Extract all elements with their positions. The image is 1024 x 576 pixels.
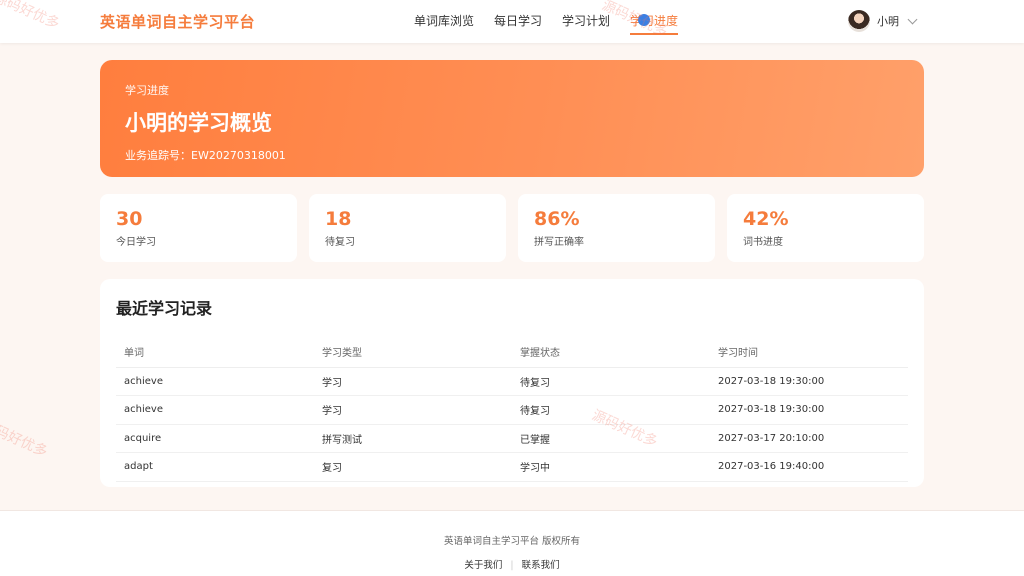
cell-time: 2027-03-16 19:40:00 [710, 452, 908, 482]
table-row: achieve 学习 待复习 2027-03-18 19:30:00 [116, 367, 908, 396]
stat-card-book-progress: 42% 词书进度 [727, 194, 924, 262]
cell-word: adapt [116, 452, 314, 482]
top-navbar: 英语单词自主学习平台 单词库浏览 每日学习 学习计划 学习进度 小明 [0, 0, 1024, 43]
stat-label: 今日学习 [116, 237, 156, 248]
chevron-down-icon[interactable] [907, 14, 918, 24]
footer-link-about[interactable]: 关于我们 [464, 560, 502, 571]
recent-records-card: 最近学习记录 单词 学习类型 掌握状态 学习时间 achieve 学习 待复习 … [100, 279, 924, 487]
column-header-word: 单词 [116, 337, 314, 368]
footer-divider: | [510, 560, 514, 571]
stat-value: 86% [534, 208, 580, 230]
stat-card-review: 18 待复习 [309, 194, 506, 262]
cell-status: 待复习 [512, 367, 710, 396]
nav-item-daily-study[interactable]: 每日学习 [494, 0, 542, 43]
table-row: adapt 复习 学习中 2027-03-16 19:40:00 [116, 452, 908, 482]
records-title: 最近学习记录 [116, 299, 213, 318]
stat-value: 18 [325, 208, 352, 230]
copyright-text: 英语单词自主学习平台 版权所有 [443, 536, 581, 547]
footer-links: 关于我们 | 联系我们 [0, 557, 1024, 571]
cell-type: 复习 [314, 452, 512, 482]
column-header-type: 学习类型 [314, 337, 512, 368]
stat-value: 42% [743, 208, 789, 230]
tracking-number: 业务追踪号：EW20270318001 [125, 149, 286, 162]
table-row: acquire 拼写测试 已掌握 2027-03-17 20:10:00 [116, 424, 908, 453]
cell-word: acquire [116, 424, 314, 453]
page-footer: 英语单词自主学习平台 版权所有 关于我们 | 联系我们 [0, 510, 1024, 576]
nav-item-study-plan[interactable]: 学习计划 [562, 0, 610, 43]
hero-subtitle: 学习进度 [125, 84, 169, 97]
table-header-row: 单词 学习类型 掌握状态 学习时间 [116, 337, 908, 368]
nav-item-word-library[interactable]: 单词库浏览 [414, 0, 474, 43]
cell-time: 2027-03-18 19:30:00 [710, 395, 908, 425]
main-nav: 单词库浏览 每日学习 学习计划 学习进度 [414, 0, 698, 43]
cell-word: achieve [116, 367, 314, 396]
cell-status: 已掌握 [512, 424, 710, 453]
cell-type: 学习 [314, 395, 512, 425]
brand-logo-text[interactable]: 英语单词自主学习平台 [100, 11, 255, 32]
stat-card-today: 30 今日学习 [100, 194, 297, 262]
stat-value: 30 [116, 208, 143, 230]
table-row: achieve 学习 待复习 2027-03-18 19:30:00 [116, 395, 908, 425]
page-title: 小明的学习概览 [125, 111, 272, 135]
stats-row: 30 今日学习 18 待复习 86% 拼写正确率 42% 词书进度 [100, 194, 924, 262]
cell-status: 待复习 [512, 395, 710, 425]
cell-type: 拼写测试 [314, 424, 512, 453]
progress-hero-banner: 学习进度 小明的学习概览 业务追踪号：EW20270318001 [100, 60, 924, 177]
stat-label: 待复习 [325, 237, 355, 248]
cell-word: achieve [116, 395, 314, 425]
column-header-status: 掌握状态 [512, 337, 710, 368]
stat-label: 词书进度 [743, 237, 783, 248]
footer-link-contact[interactable]: 联系我们 [522, 560, 560, 571]
cell-status: 学习中 [512, 452, 710, 482]
cell-time: 2027-03-18 19:30:00 [710, 367, 908, 396]
records-table: 单词 学习类型 掌握状态 学习时间 achieve 学习 待复习 2027-03… [116, 337, 908, 482]
cell-type: 学习 [314, 367, 512, 396]
user-name: 小明 [877, 15, 899, 28]
stat-card-accuracy: 86% 拼写正确率 [518, 194, 715, 262]
cell-time: 2027-03-17 20:10:00 [710, 424, 908, 453]
mouse-cursor-indicator [638, 14, 650, 26]
user-menu[interactable]: 小明 [848, 10, 918, 32]
watermark: 源码好优多 [0, 417, 50, 461]
column-header-time: 学习时间 [710, 337, 908, 368]
avatar[interactable] [848, 10, 870, 32]
stat-label: 拼写正确率 [534, 237, 584, 248]
